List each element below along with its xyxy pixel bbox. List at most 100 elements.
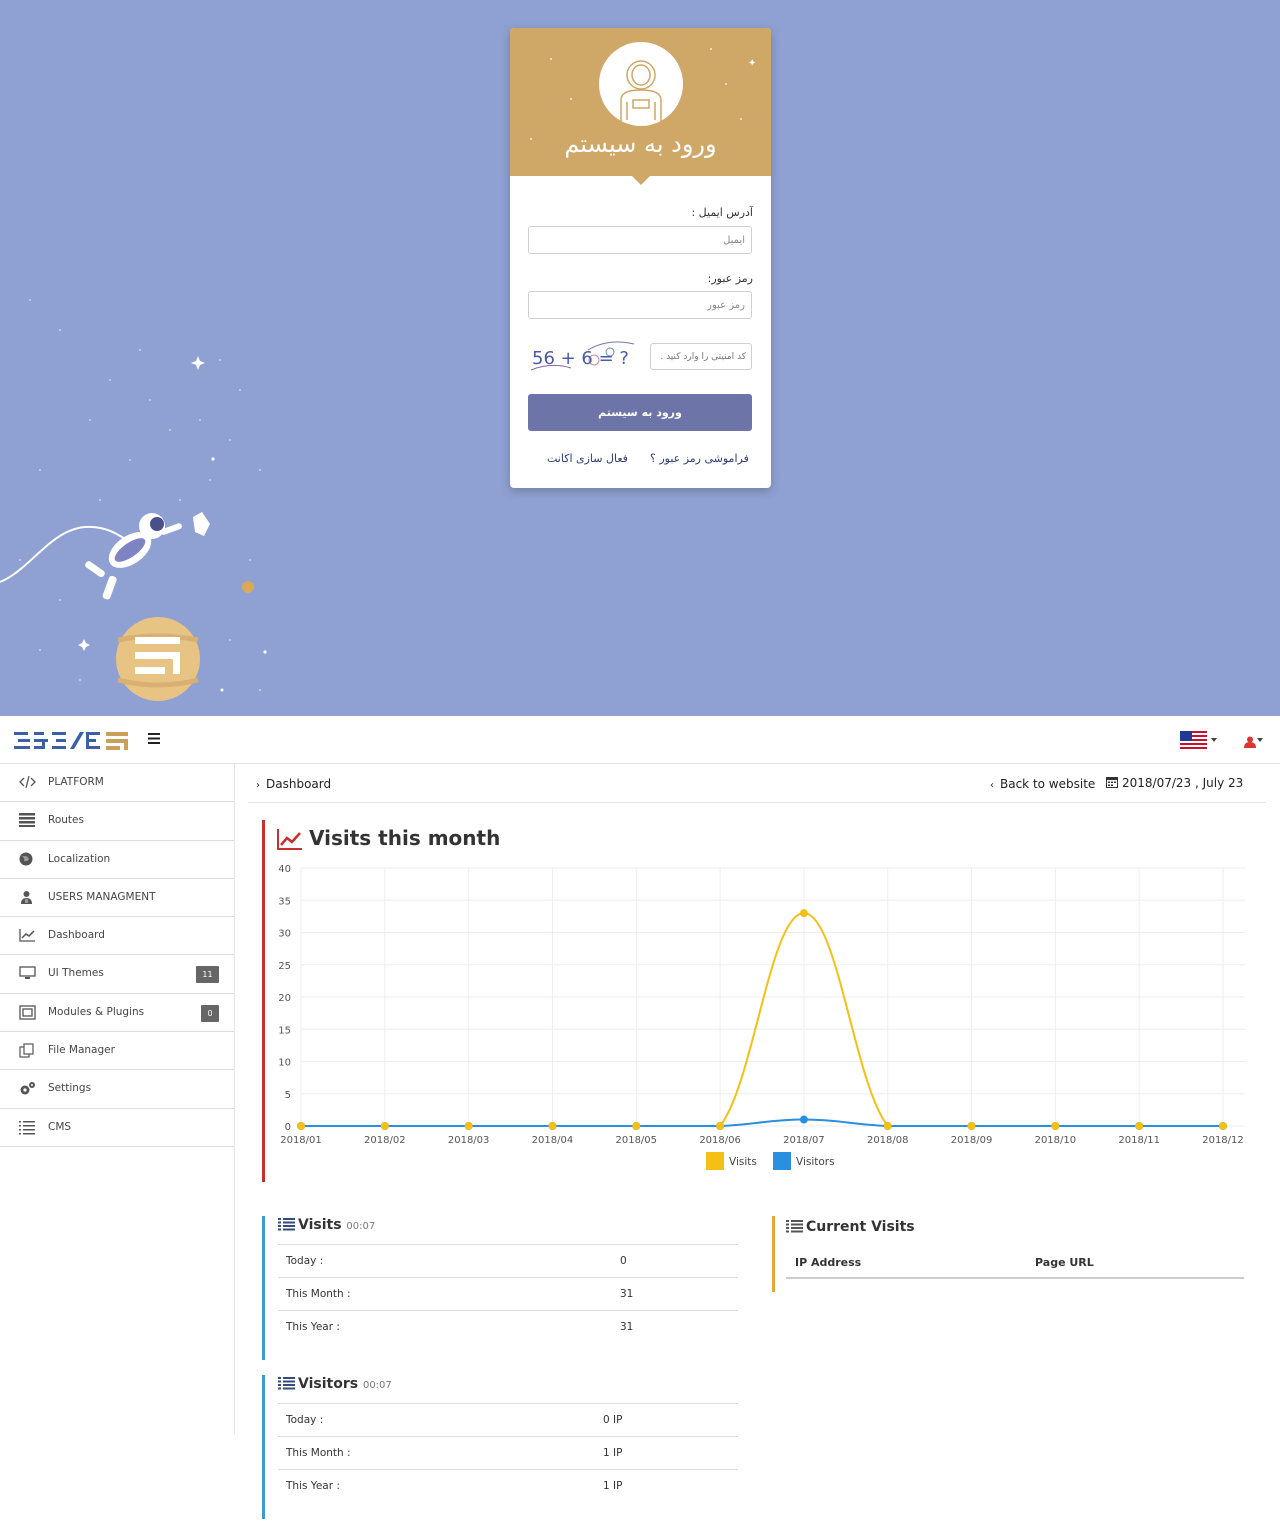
- sidebar-item-platform[interactable]: PLATFORM: [0, 764, 234, 803]
- user-icon[interactable]: [1244, 733, 1256, 752]
- y-tick-label: 15: [278, 1025, 291, 1036]
- y-tick-label: 25: [278, 961, 291, 972]
- sidebar: PLATFORM Routes Localization USERS MANAGMEN…: [0, 764, 235, 1434]
- data-point-visits: [799, 909, 808, 918]
- login-card-header: ✦ ورود به سیستم: [510, 28, 771, 185]
- legend-label: Visitors: [796, 1156, 835, 1168]
- language-caret-icon[interactable]: [1211, 738, 1217, 742]
- current-visits-title: Current Visits: [786, 1219, 915, 1235]
- stat-label: Today :: [286, 1255, 324, 1267]
- ip-address-column: IP Address: [795, 1256, 862, 1269]
- us-flag-icon[interactable]: [1180, 731, 1207, 749]
- sidebar-item-label: PLATFORM: [48, 776, 104, 788]
- sidebar-item-settings[interactable]: Settings: [0, 1070, 234, 1109]
- sidebar-item-label: Dashboard: [48, 929, 105, 942]
- x-tick-label: 2018/06: [699, 1135, 741, 1146]
- data-point-visits: [1219, 1122, 1227, 1130]
- chevron-left-icon: ‹: [990, 780, 994, 791]
- calendar-icon: [1106, 777, 1118, 788]
- list-icon: [278, 1218, 295, 1231]
- password-field[interactable]: [528, 291, 752, 319]
- sidebar-item-label: Routes: [48, 814, 84, 827]
- x-tick-label: 2018/05: [615, 1135, 657, 1146]
- user-caret-icon[interactable]: [1257, 738, 1263, 742]
- captcha-field[interactable]: [650, 343, 752, 370]
- page-url-column: Page URL: [1035, 1256, 1094, 1269]
- visits-chart-panel: Visits this month 0 5 10 15 20 25 30 35 40 2018/0…: [262, 820, 1252, 1182]
- current-visits-panel: Current Visits IP Address Page URL: [772, 1216, 1244, 1292]
- x-tick-label: 2018/12: [1202, 1135, 1244, 1146]
- sidebar-item-routes[interactable]: Routes: [0, 802, 234, 841]
- files-icon: [19, 1043, 36, 1059]
- email-field[interactable]: [528, 226, 752, 254]
- sidebar-item-label: Modules & Plugins: [48, 1005, 145, 1018]
- sidebar-item-localization[interactable]: Localization: [0, 841, 234, 879]
- sidebar-item-dashboard[interactable]: Dashboard: [0, 917, 234, 956]
- table-header-divider: [786, 1277, 1244, 1279]
- data-point-visits: [380, 1122, 389, 1130]
- stat-row: This Year : 1 IP: [278, 1469, 738, 1502]
- globe-icon: [19, 852, 36, 868]
- login-card: ✦ ورود به سیستم آدرس ایمیل : رمز عبور:: [510, 28, 771, 488]
- brand-logo[interactable]: [14, 730, 130, 756]
- visitors-panel: Visitors 00:07 Today : 0 IP This Month : 1 …: [262, 1375, 738, 1519]
- data-point-visits: [967, 1122, 976, 1130]
- stat-value: 1 IP: [603, 1447, 623, 1459]
- visits-title-text: Visits: [298, 1217, 342, 1233]
- hamburger-icon[interactable]: [148, 728, 164, 749]
- sidebar-item-cms[interactable]: CMS: [0, 1109, 234, 1147]
- stat-value: 1 IP: [603, 1480, 623, 1492]
- forgot-password-link[interactable]: فراموشی رمز عبور ؟: [650, 452, 749, 465]
- gears-icon: [19, 1081, 36, 1097]
- x-tick-label: 2018/02: [364, 1135, 406, 1146]
- users-icon: [19, 890, 36, 906]
- list-icon: [278, 1377, 295, 1390]
- sidebar-item-modules-plugins[interactable]: Modules & Plugins 0: [0, 994, 234, 1033]
- email-label: آدرس ایمیل :: [691, 206, 753, 219]
- routes-icon: [19, 813, 36, 829]
- x-tick-label: 2018/08: [867, 1135, 909, 1146]
- astronaut-avatar-icon: [599, 42, 683, 126]
- sidebar-item-label: Localization: [48, 852, 111, 865]
- sidebar-item-label: CMS: [48, 1120, 72, 1133]
- stat-value: 31: [620, 1288, 634, 1300]
- sidebar-item-ui-themes[interactable]: UI Themes 11: [0, 955, 234, 994]
- puzzle-icon: [19, 1005, 36, 1021]
- activate-account-link[interactable]: فعال سازی اکانت: [547, 452, 628, 465]
- legend-swatch-visits: [706, 1152, 724, 1170]
- code-icon: [19, 775, 36, 791]
- data-point-visits: [632, 1122, 641, 1130]
- list-icon: [19, 1120, 36, 1136]
- visits-time: 00:07: [346, 1221, 376, 1232]
- sidebar-item-label: USERS MANAGMENT: [48, 890, 156, 903]
- legend-swatch-visitors: [773, 1152, 791, 1170]
- sidebar-item-users-managment[interactable]: USERS MANAGMENT: [0, 879, 234, 918]
- monitor-icon: [19, 966, 36, 982]
- login-button[interactable]: ورود به سیستم: [528, 394, 752, 431]
- x-tick-label: 2018/11: [1118, 1135, 1160, 1146]
- captcha-text: 56 + 6 = ?: [532, 348, 629, 369]
- back-to-website-link[interactable]: ‹ Back to website: [990, 777, 1095, 791]
- legend-label: Visits: [729, 1156, 757, 1168]
- stat-value: 0 IP: [603, 1414, 623, 1426]
- stat-value: 31: [620, 1321, 634, 1333]
- stat-value: 0: [620, 1255, 627, 1267]
- data-point-visits: [548, 1122, 557, 1130]
- admin-dashboard: PLATFORM Routes Localization USERS MANAGMEN…: [0, 716, 1280, 1537]
- y-tick-label: 35: [278, 896, 291, 907]
- login-page: ✦ ورود به سیستم آدرس ایمیل : رمز عبور:: [0, 0, 1280, 716]
- sidebar-item-label: File Manager: [48, 1044, 115, 1057]
- sidebar-item-file-manager[interactable]: File Manager: [0, 1032, 234, 1071]
- y-tick-label: 0: [285, 1122, 291, 1133]
- visits-chart: 0 5 10 15 20 25 30 35 40 2018/01 2018/02 2018/03 201…: [278, 864, 1245, 1170]
- x-tick-label: 2018/10: [1035, 1135, 1077, 1146]
- data-point-visits: [1051, 1122, 1060, 1130]
- y-tick-label: 40: [278, 864, 291, 875]
- data-point-visits: [883, 1122, 892, 1130]
- list-icon: [786, 1220, 803, 1233]
- stat-row: This Month : 1 IP: [278, 1436, 738, 1469]
- stat-row: Today : 0: [278, 1244, 738, 1277]
- data-point-visits: [297, 1122, 305, 1130]
- planet-logo-icon: [116, 617, 200, 701]
- stat-row: This Month : 31: [278, 1277, 738, 1310]
